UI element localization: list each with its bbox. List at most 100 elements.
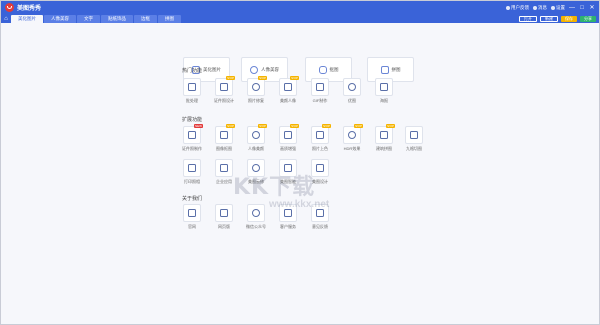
tool-icon xyxy=(220,83,228,91)
tab-bar: ⌂ 美化图片 人像美容 文字 贴纸饰品 边框 拼图 打开 新建 保存 分享 xyxy=(1,14,599,23)
tool-item[interactable]: GIF制作 xyxy=(307,78,333,108)
tool-badge: SVIP xyxy=(290,76,299,80)
tool-icon-box xyxy=(375,78,393,96)
tool-badge: SVIP xyxy=(258,76,267,80)
tool-label: 微信公众号 xyxy=(246,224,266,229)
tool-item[interactable]: SVIP 照片上色 xyxy=(307,124,333,156)
tool-item[interactable]: 打印照相 xyxy=(179,159,205,189)
portrait-icon xyxy=(250,65,258,74)
maximize-button[interactable]: □ xyxy=(579,5,585,11)
tool-item[interactable]: 网页版 xyxy=(211,204,237,234)
save-button[interactable]: 保存 xyxy=(561,15,577,22)
tool-icon xyxy=(220,131,228,139)
tool-label: 意见反馈 xyxy=(312,224,328,229)
tool-icon xyxy=(316,209,324,217)
tab-border[interactable]: 边框 xyxy=(134,15,157,23)
collage-icon xyxy=(380,65,389,74)
watermark-text: KK下载 xyxy=(233,175,316,200)
cutout-icon xyxy=(318,65,327,74)
tool-label: 美颜人像 xyxy=(280,98,296,103)
section-ext-title: 扩展功能 xyxy=(182,117,203,123)
tool-label: 海报 xyxy=(380,98,388,103)
tool-icon-box: SVIP xyxy=(311,124,331,144)
tool-item[interactable]: 海报 xyxy=(371,78,397,108)
tool-badge: SVIP xyxy=(386,124,395,128)
new-button[interactable]: 新建 xyxy=(540,15,558,22)
feedback-link[interactable]: 用户反馈 xyxy=(506,5,529,11)
share-button[interactable]: 分享 xyxy=(580,15,596,22)
tool-badge: SVIP xyxy=(258,124,267,128)
tool-icon-box: SVIP xyxy=(215,124,235,144)
tool-icon xyxy=(220,209,228,217)
section-hot-title: 热门功能 xyxy=(182,68,203,74)
tool-item[interactable]: SVIP 人像美颜 xyxy=(243,124,269,156)
tool-label: 图像抠图 xyxy=(216,146,232,151)
tool-label: 人像美颜 xyxy=(248,146,264,151)
tab-text[interactable]: 文字 xyxy=(77,15,100,23)
tool-icon xyxy=(188,164,196,172)
tool-item[interactable]: 微信公众号 xyxy=(243,204,269,234)
tool-label: 证件照设计 xyxy=(214,98,234,103)
tool-icon xyxy=(252,83,260,91)
tool-label: 九格切图 xyxy=(406,146,422,151)
tool-icon xyxy=(348,83,356,91)
open-button[interactable]: 打开 xyxy=(519,15,537,22)
tool-label: 照片上色 xyxy=(312,146,328,151)
app-logo-icon xyxy=(5,3,14,12)
tool-item[interactable]: SVIP 美颜人像 xyxy=(275,76,301,108)
feedback-icon xyxy=(506,5,510,10)
tool-icon xyxy=(284,83,292,91)
tool-icon xyxy=(380,83,388,91)
messages-link[interactable]: 消息 xyxy=(533,5,547,11)
tool-icon-box: SVIP xyxy=(215,76,235,96)
minimize-button[interactable]: — xyxy=(569,5,575,11)
tab-portrait[interactable]: 人像美容 xyxy=(44,15,76,23)
tab-beautify[interactable]: 美化图片 xyxy=(11,15,43,23)
tool-icon-box xyxy=(215,159,233,177)
tool-item[interactable]: 优图 xyxy=(339,78,365,108)
tool-item[interactable]: SVIP 照片修复 xyxy=(243,76,269,108)
tool-icon-box xyxy=(183,204,201,222)
tool-badge: SVIP xyxy=(226,124,235,128)
tool-badge: SVIP xyxy=(354,124,363,128)
tool-icon-box: SVIP xyxy=(279,124,299,144)
tool-label: 建筑拼图 xyxy=(376,146,392,151)
message-icon xyxy=(533,5,537,10)
tool-label: GIF制作 xyxy=(312,98,328,103)
tool-item[interactable]: 九格切图 xyxy=(401,126,427,156)
tool-item[interactable]: NEW 证件照制作 xyxy=(179,124,205,156)
close-button[interactable]: ✕ xyxy=(589,4,595,11)
tool-icon xyxy=(220,164,228,172)
tab-collage[interactable]: 拼图 xyxy=(158,15,181,23)
tool-item[interactable]: SVIP 图像抠图 xyxy=(211,124,237,156)
tool-icon xyxy=(188,209,196,217)
tool-item[interactable]: 官网 xyxy=(179,204,205,234)
watermark-url: www.kkx.net xyxy=(269,199,330,210)
tool-label: 照片修复 xyxy=(248,98,264,103)
tool-icon-box: SVIP xyxy=(279,76,299,96)
tool-item[interactable]: SVIP HDR效果 xyxy=(339,124,365,156)
tool-icon xyxy=(252,131,260,139)
tool-item[interactable]: SVIP 证件照设计 xyxy=(211,76,237,108)
tool-icon xyxy=(380,131,388,139)
tool-icon-box: SVIP xyxy=(375,124,395,144)
home-icon[interactable]: ⌂ xyxy=(1,14,11,23)
settings-link[interactable]: 设置 xyxy=(551,5,565,11)
tool-item[interactable]: SVIP 画质增强 xyxy=(275,124,301,156)
tool-label: 网页版 xyxy=(218,224,230,229)
tab-stickers[interactable]: 贴纸饰品 xyxy=(101,15,133,23)
tool-icon-box xyxy=(183,78,201,96)
title-bar: 美图秀秀 用户反馈 消息 设置 — □ ✕ xyxy=(1,1,599,14)
tool-item[interactable]: SVIP 建筑拼图 xyxy=(371,124,397,156)
app-title: 美图秀秀 xyxy=(17,6,42,12)
tool-icon-box: NEW xyxy=(183,124,203,144)
app-window: 美图秀秀 用户反馈 消息 设置 — □ ✕ ⌂ 美化图片 人像美容 文字 贴纸饰… xyxy=(0,0,600,325)
tool-label: 画质增强 xyxy=(280,146,296,151)
tool-label: HDR效果 xyxy=(343,146,361,151)
tool-icon-box xyxy=(215,204,233,222)
tool-icon xyxy=(188,131,196,139)
tool-item[interactable]: 批处理 xyxy=(179,78,205,108)
tool-badge: SVIP xyxy=(322,124,331,128)
tool-badge: SVIP xyxy=(290,124,299,128)
tool-icon-box xyxy=(343,78,361,96)
